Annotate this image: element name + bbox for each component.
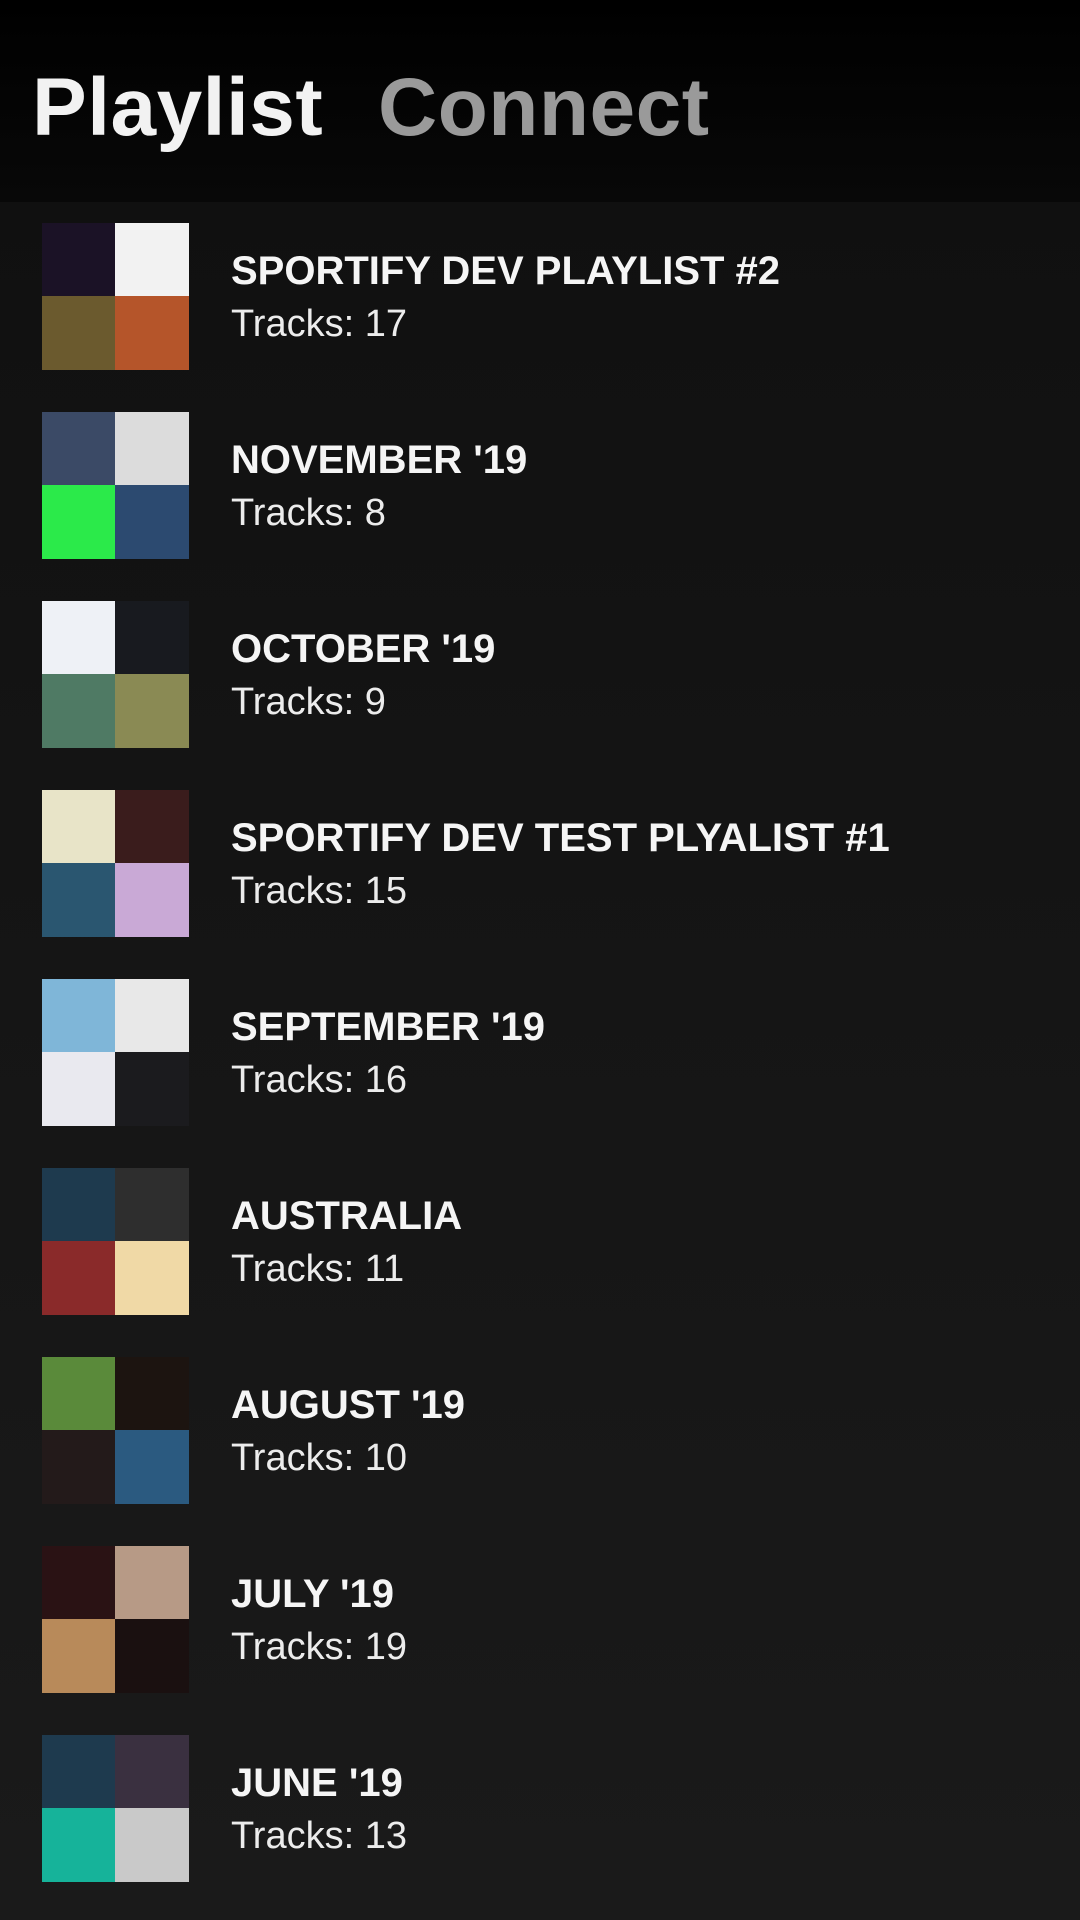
album-art-tile [115, 1052, 189, 1126]
album-art-tile [115, 296, 189, 370]
playlist-title: JUNE '19 [231, 1761, 403, 1805]
playlist-cover-image [42, 412, 189, 559]
album-art-tile [115, 1735, 189, 1808]
album-art-tile [115, 979, 189, 1052]
playlist-title: SEPTEMBER '19 [231, 1005, 546, 1049]
playlist-track-count: Tracks: 13 [231, 1815, 407, 1857]
playlist-cover-image [42, 1735, 189, 1882]
playlist-cover-image [42, 1168, 189, 1315]
playlist-cover-image [42, 790, 189, 937]
album-art-tile [42, 1357, 115, 1430]
album-art-tile [42, 412, 115, 485]
album-art-tile [115, 1619, 189, 1693]
playlist-row[interactable]: OCTOBER '19 Tracks: 9 [0, 580, 1080, 769]
album-art-tile [42, 1241, 115, 1315]
playlist-track-count: Tracks: 10 [231, 1437, 407, 1479]
playlist-row[interactable]: SPORTIFY DEV PLAYLIST #2 Tracks: 17 [0, 202, 1080, 391]
playlist-track-count: Tracks: 15 [231, 870, 407, 912]
tab-connect[interactable]: Connect [378, 58, 710, 158]
album-art-tile [115, 412, 189, 485]
album-art-tile [115, 485, 189, 559]
playlist-title: AUSTRALIA [231, 1194, 463, 1238]
tab-playlist[interactable]: Playlist [32, 58, 323, 158]
playlist-row[interactable]: JULY '19 Tracks: 19 [0, 1525, 1080, 1714]
playlist-track-count: Tracks: 16 [231, 1059, 407, 1101]
playlist-title: OCTOBER '19 [231, 627, 496, 671]
album-art-tile [42, 223, 115, 296]
playlist-title: NOVEMBER '19 [231, 438, 528, 482]
album-art-tile [42, 863, 115, 937]
album-art-tile [115, 1357, 189, 1430]
album-art-tile [42, 1619, 115, 1693]
album-art-tile [42, 1808, 115, 1882]
album-art-tile [42, 674, 115, 748]
album-art-tile [42, 979, 115, 1052]
playlist-cover-image [42, 979, 189, 1126]
album-art-tile [42, 1546, 115, 1619]
album-art-tile [115, 674, 189, 748]
playlist-list: SPORTIFY DEV PLAYLIST #2 Tracks: 17 NOVEMB… [0, 202, 1080, 1903]
playlist-row[interactable]: SPORTIFY DEV TEST PLYALIST #1 Tracks: 15 [0, 769, 1080, 958]
playlist-track-count: Tracks: 17 [231, 303, 407, 345]
album-art-tile [115, 863, 189, 937]
playlist-row[interactable]: NOVEMBER '19 Tracks: 8 [0, 391, 1080, 580]
playlist-cover-image [42, 601, 189, 748]
playlist-row[interactable]: SEPTEMBER '19 Tracks: 16 [0, 958, 1080, 1147]
playlist-row[interactable]: JUNE '19 Tracks: 13 [0, 1714, 1080, 1903]
playlist-row[interactable]: AUGUST '19 Tracks: 10 [0, 1336, 1080, 1525]
album-art-tile [42, 296, 115, 370]
album-art-tile [115, 223, 189, 296]
album-art-tile [115, 1430, 189, 1504]
album-art-tile [115, 1241, 189, 1315]
playlist-cover-image [42, 1546, 189, 1693]
album-art-tile [42, 1052, 115, 1126]
album-art-tile [42, 1430, 115, 1504]
album-art-tile [115, 790, 189, 863]
playlist-track-count: Tracks: 11 [231, 1248, 405, 1290]
playlist-title: JULY '19 [231, 1572, 394, 1616]
album-art-tile [115, 1546, 189, 1619]
playlist-cover-image [42, 1357, 189, 1504]
playlist-title: AUGUST '19 [231, 1383, 466, 1427]
playlist-track-count: Tracks: 8 [231, 492, 386, 534]
playlist-track-count: Tracks: 19 [231, 1626, 407, 1668]
playlist-title: SPORTIFY DEV PLAYLIST #2 [231, 249, 781, 293]
app-screen: Playlist Connect SPORTIFY DEV PLAYLIST #… [0, 0, 1080, 1920]
album-art-tile [115, 1808, 189, 1882]
playlist-track-count: Tracks: 9 [231, 681, 386, 723]
playlist-cover-image [42, 223, 189, 370]
playlist-row[interactable]: AUSTRALIA Tracks: 11 [0, 1147, 1080, 1336]
playlist-title: SPORTIFY DEV TEST PLYALIST #1 [231, 816, 890, 860]
top-tab-bar: Playlist Connect [0, 0, 1080, 202]
album-art-tile [42, 485, 115, 559]
album-art-tile [115, 1168, 189, 1241]
album-art-tile [42, 1735, 115, 1808]
album-art-tile [42, 601, 115, 674]
album-art-tile [42, 1168, 115, 1241]
album-art-tile [42, 790, 115, 863]
album-art-tile [115, 601, 189, 674]
